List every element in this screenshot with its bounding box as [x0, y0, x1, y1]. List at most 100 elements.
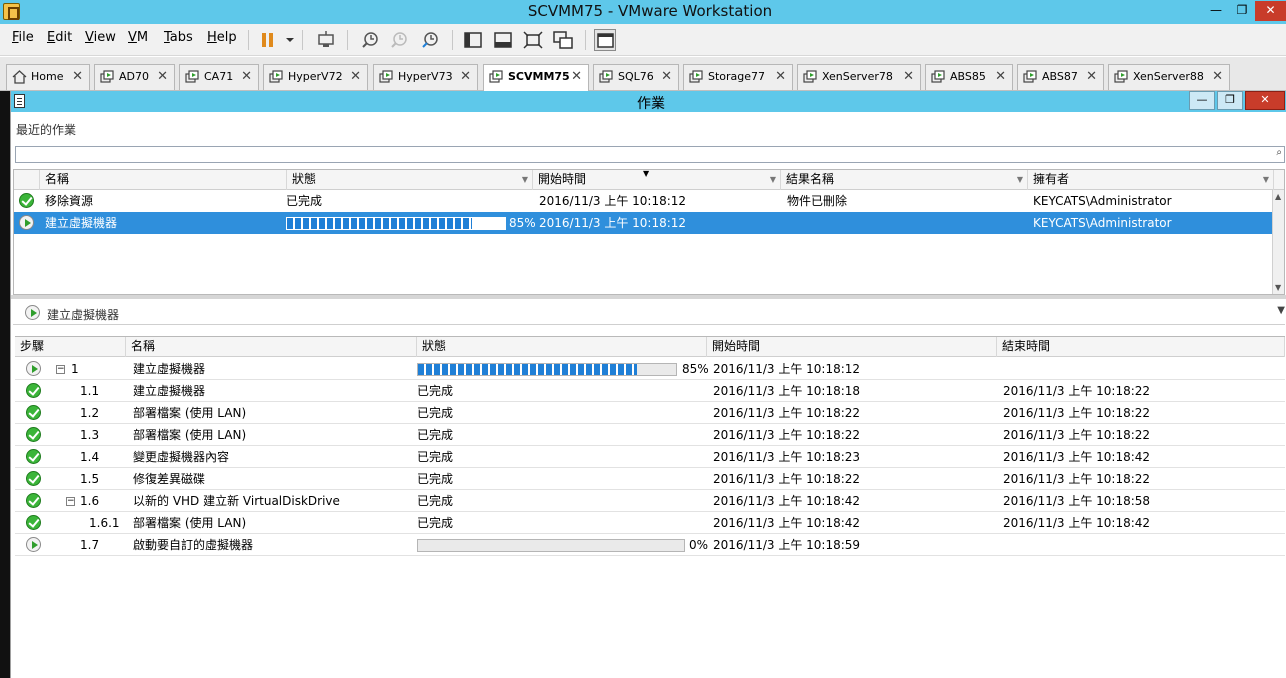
- collapse-icon[interactable]: −: [56, 365, 65, 374]
- tab-label: Home: [31, 70, 64, 83]
- column-header-owner[interactable]: 擁有者 ▼: [1028, 170, 1274, 190]
- column-header-name[interactable]: 名稱: [40, 170, 287, 190]
- scroll-up-icon[interactable]: ▲: [1275, 192, 1281, 201]
- restore-button[interactable]: ❐: [1229, 1, 1255, 21]
- step-row[interactable]: − 1 建立虛擬機器 85% 2016/11/3 上午 10:18:12: [15, 358, 1285, 380]
- chevron-down-icon[interactable]: ▼: [1263, 170, 1269, 189]
- send-ctrl-alt-del-icon[interactable]: [315, 29, 337, 51]
- tab-xenserver78[interactable]: XenServer78 ✕: [797, 64, 921, 90]
- thumbnail-bar-icon[interactable]: [492, 29, 514, 51]
- tab-hyperv72[interactable]: HyperV72 ✕: [263, 64, 368, 90]
- step-name: 修復差異磁碟: [133, 472, 206, 486]
- tab-sql76[interactable]: SQL76 ✕: [593, 64, 679, 90]
- step-row[interactable]: 1.6.1 部署檔案 (使用 LAN) 已完成 2016/11/3 上午 10:…: [15, 512, 1285, 534]
- close-tab-icon[interactable]: ✕: [903, 65, 914, 89]
- jobs-search-input[interactable]: [16, 147, 1266, 163]
- close-tab-icon[interactable]: ✕: [72, 65, 83, 89]
- unity-icon[interactable]: [552, 29, 574, 51]
- step-row[interactable]: 1.4 變更虛擬機器內容 已完成 2016/11/3 上午 10:18:23 2…: [15, 446, 1285, 468]
- tab-xenserver88[interactable]: XenServer88 ✕: [1108, 64, 1230, 90]
- toolbar-separator: [585, 30, 586, 50]
- step-row[interactable]: − 1.6 以新的 VHD 建立新 VirtualDiskDrive 已完成 2…: [15, 490, 1285, 512]
- close-tab-icon[interactable]: ✕: [775, 65, 786, 89]
- menu-tabs[interactable]: Tabs: [164, 30, 193, 45]
- tab-label: XenServer78: [822, 70, 893, 83]
- completed-check-icon: [26, 383, 41, 398]
- close-tab-icon[interactable]: ✕: [241, 65, 252, 89]
- column-header-status[interactable]: 狀態: [417, 337, 707, 357]
- minimize-button[interactable]: —: [1203, 1, 1229, 21]
- snapshot-icon[interactable]: [359, 29, 381, 51]
- step-row[interactable]: 1.2 部署檔案 (使用 LAN) 已完成 2016/11/3 上午 10:18…: [15, 402, 1285, 424]
- column-header-start-time[interactable]: 開始時間 ▼ ▼: [533, 170, 781, 190]
- step-progress-bar: [417, 539, 685, 552]
- tab-ad70[interactable]: AD70 ✕: [94, 64, 175, 90]
- step-end-time: 2016/11/3 上午 10:18:42: [1003, 516, 1151, 530]
- close-tab-icon[interactable]: ✕: [460, 65, 471, 89]
- tab-abs87[interactable]: ABS87 ✕: [1017, 64, 1104, 90]
- step-row[interactable]: 1.7 啟動要自訂的虛擬機器 0% 2016/11/3 上午 10:18:59: [15, 534, 1285, 556]
- close-tab-icon[interactable]: ✕: [571, 65, 582, 89]
- vm-icon: [1023, 70, 1037, 83]
- pane-splitter[interactable]: [11, 295, 1286, 299]
- vm-icon: [803, 70, 817, 83]
- jobs-minimize-button[interactable]: —: [1189, 91, 1215, 110]
- vm-icon: [1114, 70, 1128, 83]
- snapshot-manager-icon[interactable]: [419, 29, 441, 51]
- chevron-down-icon[interactable]: [279, 29, 294, 51]
- close-button[interactable]: ✕: [1255, 1, 1286, 21]
- console-view-icon[interactable]: [594, 29, 616, 51]
- show-library-icon[interactable]: [462, 29, 484, 51]
- jobs-grid-header: 名稱 狀態 ▼ 開始時間 ▼ ▼ 結果名稱 ▼ 擁有者 ▼: [14, 170, 1284, 190]
- column-header-end-time[interactable]: 結束時間: [997, 337, 1285, 357]
- column-header-name[interactable]: 名稱: [126, 337, 417, 357]
- close-tab-icon[interactable]: ✕: [1086, 65, 1097, 89]
- table-row-selected[interactable]: 建立虛擬機器 85% 2016/11/3 上午 10:18:12 KEYCATS…: [14, 212, 1284, 234]
- job-steps-grid: 步驟 名稱 狀態 開始時間 結束時間 − 1 建立虛擬機器 85% 2016/1…: [15, 336, 1285, 676]
- chevron-down-icon[interactable]: ▼: [1017, 170, 1023, 189]
- chevron-down-icon[interactable]: ▼: [522, 170, 528, 189]
- tab-abs85[interactable]: ABS85 ✕: [925, 64, 1013, 90]
- step-row[interactable]: 1.5 修復差異磁碟 已完成 2016/11/3 上午 10:18:22 201…: [15, 468, 1285, 490]
- table-row[interactable]: 移除資源 已完成 2016/11/3 上午 10:18:12 物件已刪除 KEY…: [14, 190, 1284, 212]
- tab-storage77[interactable]: Storage77 ✕: [683, 64, 793, 90]
- menu-help[interactable]: Help: [207, 30, 237, 45]
- step-start-time: 2016/11/3 上午 10:18:18: [713, 384, 861, 398]
- close-tab-icon[interactable]: ✕: [661, 65, 672, 89]
- chevron-down-icon[interactable]: ▼: [1277, 305, 1285, 316]
- column-header-icon: [14, 170, 40, 190]
- menu-edit[interactable]: Edit: [47, 30, 72, 45]
- step-start-time: 2016/11/3 上午 10:18:42: [713, 516, 861, 530]
- tab-label: AD70: [119, 70, 149, 83]
- close-tab-icon[interactable]: ✕: [350, 65, 361, 89]
- search-icon[interactable]: ⌕: [1276, 147, 1282, 158]
- jobs-restore-button[interactable]: ❐: [1217, 91, 1243, 110]
- column-header-status[interactable]: 狀態 ▼: [287, 170, 533, 190]
- step-number: 1.1: [80, 384, 100, 398]
- column-header-step[interactable]: 步驟: [15, 337, 126, 357]
- column-header-start-time[interactable]: 開始時間: [707, 337, 997, 357]
- tab-home[interactable]: Home ✕: [6, 64, 90, 90]
- chevron-down-icon[interactable]: ▼: [770, 170, 776, 189]
- step-row[interactable]: 1.1 建立虛擬機器 已完成 2016/11/3 上午 10:18:18 201…: [15, 380, 1285, 402]
- jobs-close-button[interactable]: ✕: [1245, 91, 1285, 110]
- step-end-time: 2016/11/3 上午 10:18:42: [1003, 450, 1151, 464]
- close-tab-icon[interactable]: ✕: [1212, 65, 1223, 89]
- menu-file[interactable]: File: [12, 30, 34, 45]
- tab-scvmm75[interactable]: SCVMM75 ✕: [483, 64, 589, 91]
- collapse-icon[interactable]: −: [66, 497, 75, 506]
- full-screen-icon[interactable]: [522, 29, 544, 51]
- column-header-result-name[interactable]: 結果名稱 ▼: [781, 170, 1028, 190]
- scroll-down-icon[interactable]: ▼: [1275, 283, 1281, 292]
- tab-hyperv73[interactable]: HyperV73 ✕: [373, 64, 478, 90]
- pause-icon[interactable]: [257, 29, 279, 51]
- menu-vm[interactable]: VM: [128, 30, 148, 45]
- step-number: 1.2: [80, 406, 100, 420]
- menu-view[interactable]: View: [85, 30, 116, 45]
- tab-ca71[interactable]: CA71 ✕: [179, 64, 259, 90]
- close-tab-icon[interactable]: ✕: [995, 65, 1006, 89]
- jobs-title: 作業: [637, 96, 665, 112]
- jobs-vertical-scrollbar[interactable]: ▲ ▼: [1272, 190, 1284, 294]
- close-tab-icon[interactable]: ✕: [157, 65, 168, 89]
- step-row[interactable]: 1.3 部署檔案 (使用 LAN) 已完成 2016/11/3 上午 10:18…: [15, 424, 1285, 446]
